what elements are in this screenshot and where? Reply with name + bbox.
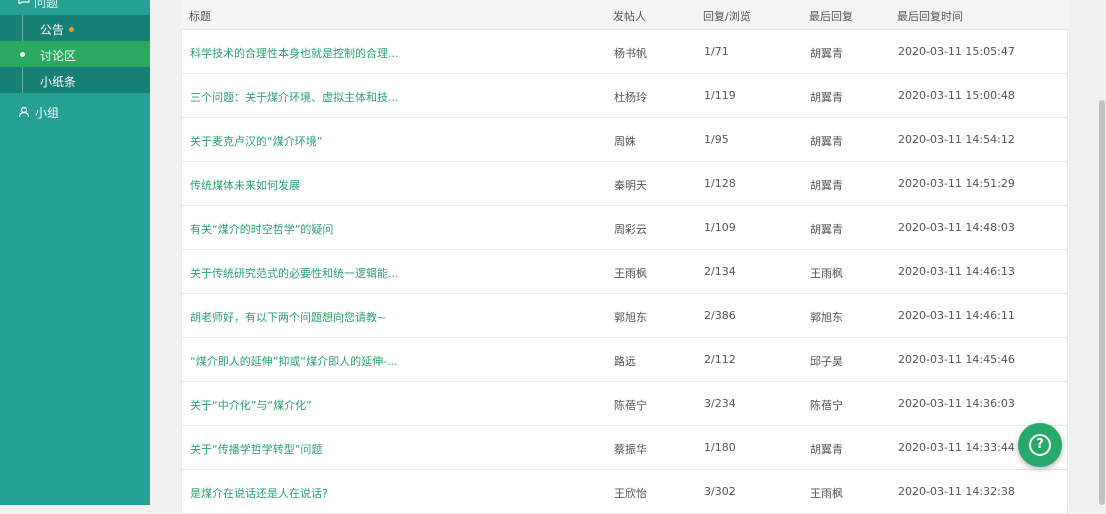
scrollbar-thumb[interactable] xyxy=(1099,100,1105,505)
reply-view-count: 2/112 xyxy=(704,353,736,366)
sidebar-item-label: 公告 xyxy=(40,23,65,37)
sidebar-item-group[interactable]: 小组 xyxy=(0,100,150,124)
main-content: 标题 发帖人 回复/浏览 最后回复 最后回复时间 科学技术的合理性本身也就是控制… xyxy=(150,0,1106,514)
reply-view-count: 1/119 xyxy=(704,89,736,102)
chat-icon xyxy=(18,0,30,4)
last-reply-user: 王雨枫 xyxy=(810,267,843,280)
header-last-time: 最后回复时间 xyxy=(897,10,963,23)
topic-title-link[interactable]: 有关“煤介的时空哲学”的疑问 xyxy=(190,221,333,237)
last-reply-time: 2020-03-11 14:32:38 xyxy=(898,485,1015,498)
reply-view-count: 2/134 xyxy=(704,265,736,278)
last-reply-time: 2020-03-11 14:48:03 xyxy=(898,221,1015,234)
last-reply-time: 2020-03-11 14:45:46 xyxy=(898,353,1015,366)
reply-view-count: 3/234 xyxy=(704,397,736,410)
topic-title-link[interactable]: 关于“中介化”与“煤介化” xyxy=(190,397,312,413)
table-row: 胡老师好，有以下两个问题想向您请教~ 郭旭东 2/386 郭旭东 2020-03-11 … xyxy=(181,294,1068,338)
header-author: 发帖人 xyxy=(613,10,646,23)
author-cell: 杨书帆 xyxy=(614,47,647,60)
topic-title-link[interactable]: “煤介即人的延伸”抑或“煤介即人的延伸-... xyxy=(190,353,398,369)
author-cell: 王欣怡 xyxy=(614,487,647,500)
topic-title-link[interactable]: 关于麦克卢汉的“煤介环境” xyxy=(190,133,322,149)
reply-view-count: 1/71 xyxy=(704,45,729,58)
last-reply-time: 2020-03-11 14:54:12 xyxy=(898,133,1015,146)
table-row: 三个问题：关于煤介环境、虚拟主体和技... 杜杨玲 1/119 胡翼青 2020-03-… xyxy=(181,74,1068,118)
active-dot-icon xyxy=(20,52,25,57)
header-stats: 回复/浏览 xyxy=(703,10,751,23)
last-reply-user: 胡翼青 xyxy=(810,443,843,456)
reply-view-count: 1/128 xyxy=(704,177,736,190)
topic-title-link[interactable]: 科学技术的合理性本身也就是控制的合理... xyxy=(190,45,399,61)
topic-title-link[interactable]: 传统煤体未来如何发展 xyxy=(190,177,300,193)
table-row: 关于传统研究范式的必要性和统一逻辑能... 王雨枫 2/134 王雨枫 2020-03-… xyxy=(181,250,1068,294)
author-cell: 杜杨玲 xyxy=(614,91,647,104)
sidebar-item-note[interactable]: 小纸条 xyxy=(0,67,150,93)
last-reply-time: 2020-03-11 14:46:13 xyxy=(898,265,1015,278)
table-row: 关于麦克卢汉的“煤介环境” 周姝 1/95 胡翼青 2020-03-11 14:54:1… xyxy=(181,118,1068,162)
header-last-reply: 最后回复 xyxy=(809,10,853,23)
table-row: 是煤介在说话还是人在说话? 王欣怡 3/302 王雨枫 2020-03-11 14:32… xyxy=(181,470,1068,514)
last-reply-time: 2020-03-11 14:51:29 xyxy=(898,177,1015,190)
group-icon xyxy=(18,106,30,118)
last-reply-time: 2020-03-11 14:46:11 xyxy=(898,309,1015,322)
topic-title-link[interactable]: 关于传统研究范式的必要性和统一逻辑能... xyxy=(190,265,399,281)
table-header: 标题 发帖人 回复/浏览 最后回复 最后回复时间 xyxy=(181,0,1069,30)
table-row: 科学技术的合理性本身也就是控制的合理... 杨书帆 1/71 胡翼青 2020-03-1… xyxy=(181,30,1068,74)
sidebar-section-question[interactable]: 问题 xyxy=(0,0,150,14)
last-reply-user: 胡翼青 xyxy=(810,47,843,60)
last-reply-user: 陈蓓宁 xyxy=(810,399,843,412)
last-reply-time: 2020-03-11 15:05:47 xyxy=(898,45,1015,58)
last-reply-user: 邱子昊 xyxy=(810,355,843,368)
scrollbar[interactable] xyxy=(1098,0,1106,505)
topic-title-link[interactable]: 关于“传播学哲学转型”问题 xyxy=(190,441,322,457)
table-row: 传统煤体未来如何发展 秦明天 1/128 胡翼青 2020-03-11 14:51:29 xyxy=(181,162,1068,206)
reply-view-count: 1/95 xyxy=(704,133,729,146)
reply-view-count: 3/302 xyxy=(704,485,736,498)
author-cell: 秦明天 xyxy=(614,179,647,192)
sidebar-item-discussion[interactable]: 讨论区 xyxy=(0,41,150,67)
sidebar-item-label: 讨论区 xyxy=(40,49,77,63)
last-reply-user: 胡翼青 xyxy=(810,223,843,236)
sidebar: 问题 公告 讨论区 小纸条 小组 xyxy=(0,0,150,505)
topic-title-link[interactable]: 三个问题：关于煤介环境、虚拟主体和技... xyxy=(190,89,399,105)
author-cell: 王雨枫 xyxy=(614,267,647,280)
sidebar-item-label: 小组 xyxy=(35,106,60,120)
reply-view-count: 1/180 xyxy=(704,441,736,454)
reply-view-count: 2/386 xyxy=(704,309,736,322)
tree-line xyxy=(22,67,23,93)
author-cell: 路远 xyxy=(614,355,636,368)
last-reply-user: 胡翼青 xyxy=(810,91,843,104)
topic-title-link[interactable]: 是煤介在说话还是人在说话? xyxy=(190,485,328,501)
table-row: 关于“中介化”与“煤介化” 陈蓓宁 3/234 陈蓓宁 2020-03-11 14:36… xyxy=(181,382,1068,426)
last-reply-time: 2020-03-11 15:00:48 xyxy=(898,89,1015,102)
topic-title-link[interactable]: 胡老师好，有以下两个问题想向您请教~ xyxy=(190,309,386,325)
last-reply-user: 郭旭东 xyxy=(810,311,843,324)
last-reply-user: 王雨枫 xyxy=(810,487,843,500)
author-cell: 周姝 xyxy=(614,135,636,148)
last-reply-user: 胡翼青 xyxy=(810,179,843,192)
help-button[interactable]: ? xyxy=(1018,423,1062,467)
table-row: 关于“传播学哲学转型”问题 蔡振华 1/180 胡翼青 2020-03-11 14:33… xyxy=(181,426,1068,470)
header-title: 标题 xyxy=(189,10,211,23)
sidebar-item-notice[interactable]: 公告 xyxy=(0,15,150,41)
table-row: 有关“煤介的时空哲学”的疑问 周彩云 1/109 胡翼青 2020-03-11 14:4… xyxy=(181,206,1068,250)
last-reply-time: 2020-03-11 14:36:03 xyxy=(898,397,1015,410)
topic-table: 标题 发帖人 回复/浏览 最后回复 最后回复时间 科学技术的合理性本身也就是控制… xyxy=(181,0,1069,514)
tree-line xyxy=(22,15,23,41)
last-reply-user: 胡翼青 xyxy=(810,135,843,148)
author-cell: 周彩云 xyxy=(614,223,647,236)
reply-view-count: 1/109 xyxy=(704,221,736,234)
unread-badge xyxy=(69,27,74,32)
last-reply-time: 2020-03-11 14:33:44 xyxy=(898,441,1015,454)
table-row: “煤介即人的延伸”抑或“煤介即人的延伸-... 路远 2/112 邱子昊 2020-03… xyxy=(181,338,1068,382)
author-cell: 蔡振华 xyxy=(614,443,647,456)
sidebar-item-label: 小纸条 xyxy=(40,75,77,89)
author-cell: 陈蓓宁 xyxy=(614,399,647,412)
question-icon: ? xyxy=(1029,434,1051,456)
author-cell: 郭旭东 xyxy=(614,311,647,324)
sidebar-section-label: 问题 xyxy=(34,0,59,10)
